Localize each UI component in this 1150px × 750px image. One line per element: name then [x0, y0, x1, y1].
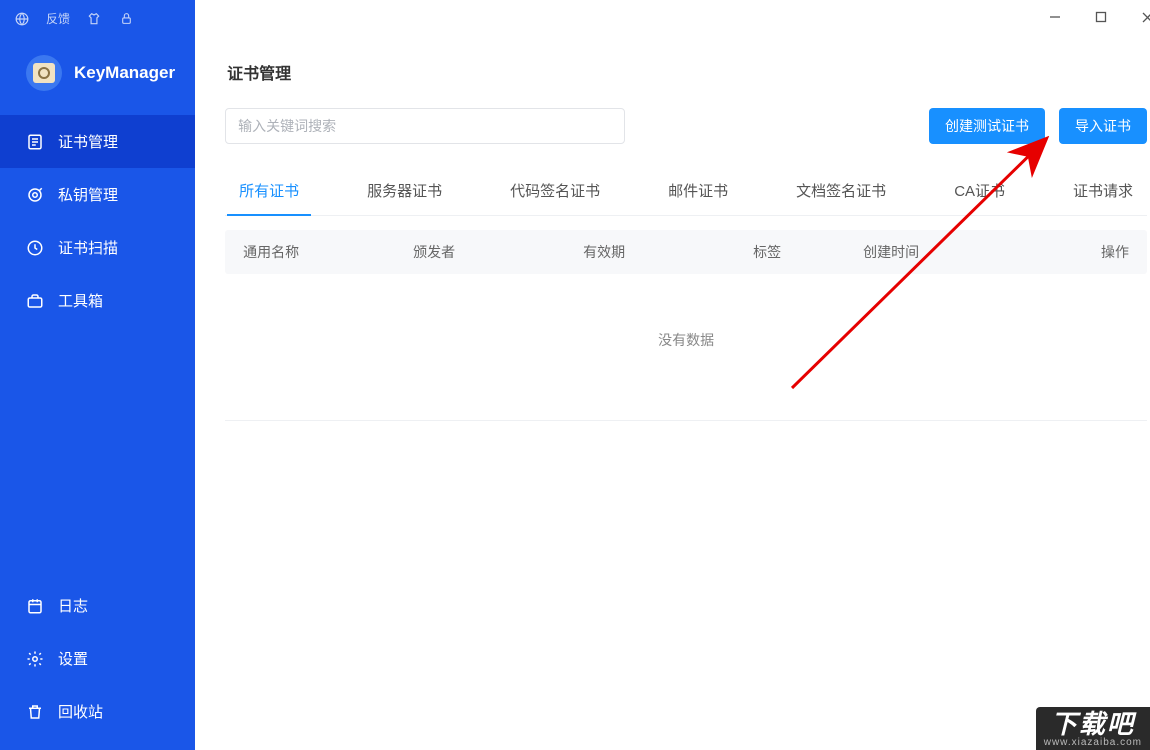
- tabs: 所有证书 服务器证书 代码签名证书 邮件证书 文档签名证书 CA证书 证书请求: [225, 170, 1147, 216]
- globe-icon[interactable]: [14, 11, 30, 27]
- gear-icon: [26, 650, 44, 668]
- import-cert-button[interactable]: 导入证书: [1059, 108, 1147, 144]
- calendar-icon: [26, 597, 44, 615]
- brand-name: KeyManager: [74, 63, 175, 83]
- watermark-text: 下载吧: [1044, 711, 1142, 737]
- sidebar-item-label: 工具箱: [58, 290, 103, 311]
- col-common-name: 通用名称: [243, 242, 413, 262]
- shirt-icon[interactable]: [86, 11, 102, 27]
- sidebar-item-cert-manage[interactable]: 证书管理: [0, 115, 195, 168]
- col-issuer: 颁发者: [413, 242, 583, 262]
- sidebar-item-label: 回收站: [58, 701, 103, 722]
- tab-all-certs[interactable]: 所有证书: [235, 170, 303, 215]
- tab-cert-requests[interactable]: 证书请求: [1069, 170, 1137, 215]
- main-content: 证书管理 创建测试证书 导入证书 所有证书 服务器证书 代码签名证书 邮件证书 …: [195, 0, 1150, 750]
- tab-codesign-certs[interactable]: 代码签名证书: [506, 170, 604, 215]
- sidebar-item-trash[interactable]: 回收站: [0, 685, 195, 738]
- cert-table: 通用名称 颁发者 有效期 标签 创建时间 操作 没有数据: [225, 230, 1147, 421]
- brand: KeyManager: [0, 37, 195, 115]
- trash-icon: [26, 703, 44, 721]
- col-created: 创建时间: [863, 242, 1003, 262]
- sidebar-item-label: 日志: [58, 595, 88, 616]
- sidebar: 反馈 KeyManager 证书管理 私钥管理: [0, 0, 195, 750]
- toolbox-icon: [26, 292, 44, 310]
- empty-state: 没有数据: [225, 274, 1147, 421]
- close-button[interactable]: [1129, 4, 1150, 30]
- sidebar-item-key-manage[interactable]: 私钥管理: [0, 168, 195, 221]
- tab-ca-certs[interactable]: CA证书: [950, 170, 1009, 215]
- brand-logo-icon: [26, 55, 62, 91]
- watermark-url: www.xiazaiba.com: [1044, 737, 1142, 748]
- clock-icon: [26, 239, 44, 257]
- page-title: 证书管理: [227, 60, 1147, 84]
- col-tag: 标签: [753, 242, 863, 262]
- sidebar-item-settings[interactable]: 设置: [0, 632, 195, 685]
- sidebar-item-label: 私钥管理: [58, 184, 118, 205]
- tab-server-certs[interactable]: 服务器证书: [363, 170, 446, 215]
- sidebar-item-logs[interactable]: 日志: [0, 579, 195, 632]
- sidebar-item-label: 证书管理: [58, 131, 118, 152]
- maximize-button[interactable]: [1083, 4, 1119, 30]
- sidebar-item-label: 设置: [58, 648, 88, 669]
- tab-mail-certs[interactable]: 邮件证书: [664, 170, 732, 215]
- sidebar-item-toolbox[interactable]: 工具箱: [0, 274, 195, 327]
- sidebar-topbar: 反馈: [0, 0, 195, 37]
- col-operation: 操作: [1003, 242, 1129, 262]
- lock-icon[interactable]: [118, 11, 134, 27]
- minimize-button[interactable]: [1037, 4, 1073, 30]
- window-titlebar: [195, 0, 1150, 34]
- sidebar-item-label: 证书扫描: [58, 237, 118, 258]
- sidebar-item-cert-scan[interactable]: 证书扫描: [0, 221, 195, 274]
- feedback-link[interactable]: 反馈: [46, 10, 70, 27]
- watermark: 下载吧 www.xiazaiba.com: [1036, 707, 1150, 750]
- create-test-cert-button[interactable]: 创建测试证书: [929, 108, 1045, 144]
- tab-docsign-certs[interactable]: 文档签名证书: [792, 170, 890, 215]
- toolbar: 创建测试证书 导入证书: [225, 108, 1147, 144]
- search-input[interactable]: [225, 108, 625, 144]
- table-header: 通用名称 颁发者 有效期 标签 创建时间 操作: [225, 230, 1147, 274]
- col-expiry: 有效期: [583, 242, 753, 262]
- target-icon: [26, 186, 44, 204]
- certificate-icon: [26, 133, 44, 151]
- main-nav: 证书管理 私钥管理 证书扫描 工具箱: [0, 115, 195, 750]
